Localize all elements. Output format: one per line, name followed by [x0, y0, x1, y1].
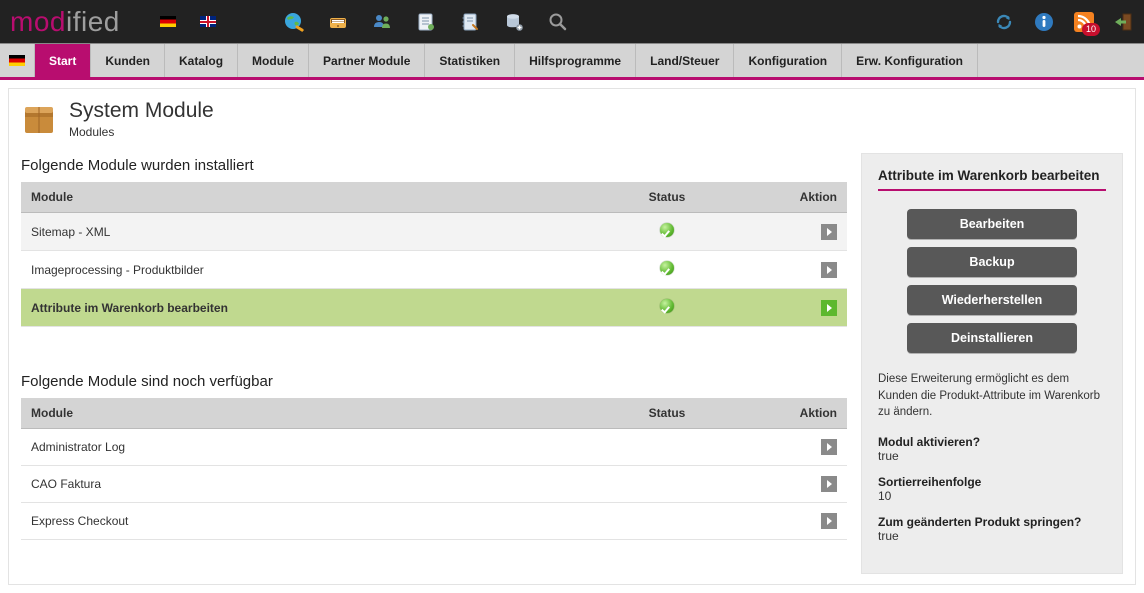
- available-heading: Folgende Module sind noch verfügbar: [21, 373, 847, 390]
- module-action: [732, 466, 847, 503]
- select-arrow-icon[interactable]: [821, 300, 837, 316]
- config-value: 10: [878, 489, 1106, 503]
- module-name: Imageprocessing - Produktbilder: [21, 251, 602, 289]
- module-status: [602, 466, 732, 503]
- nav-item-kunden[interactable]: Kunden: [91, 44, 165, 77]
- rss-badge: 10: [1082, 23, 1100, 36]
- logout-icon[interactable]: [1114, 12, 1134, 32]
- notebook-icon[interactable]: [460, 12, 480, 32]
- main-nav: StartKundenKatalogModulePartner ModuleSt…: [0, 43, 1144, 80]
- status-ok-icon: [660, 299, 674, 313]
- col-status: Status: [602, 398, 732, 429]
- nav-item-start[interactable]: Start: [35, 44, 91, 77]
- nav-item-module[interactable]: Module: [238, 44, 309, 77]
- module-name: CAO Faktura: [21, 466, 602, 503]
- nav-item-partner-module[interactable]: Partner Module: [309, 44, 425, 77]
- config-key: Zum geänderten Produkt springen?: [878, 515, 1106, 529]
- users-icon[interactable]: [372, 12, 392, 32]
- col-status: Status: [602, 182, 732, 213]
- module-action: [732, 429, 847, 466]
- module-action: [732, 251, 847, 289]
- page-subtitle: Modules: [69, 125, 214, 139]
- select-arrow-icon[interactable]: [821, 476, 837, 492]
- status-ok-icon: [660, 223, 674, 237]
- panel-title: Attribute im Warenkorb bearbeiten: [878, 168, 1106, 183]
- detail-panel: Attribute im Warenkorb bearbeiten Bearbe…: [861, 153, 1123, 574]
- nav-item-land-steuer[interactable]: Land/Steuer: [636, 44, 734, 77]
- flag-de-icon[interactable]: [160, 16, 176, 27]
- available-modules-table: Module Status Aktion Administrator LogCA…: [21, 398, 847, 540]
- nav-item-erw-konfiguration[interactable]: Erw. Konfiguration: [842, 44, 978, 77]
- module-name: Express Checkout: [21, 503, 602, 540]
- nav-item-hilfsprogramme[interactable]: Hilfsprogramme: [515, 44, 636, 77]
- module-status: [602, 289, 732, 327]
- module-name: Sitemap - XML: [21, 213, 602, 251]
- config-entry: Modul aktivieren?true: [878, 435, 1106, 463]
- col-action: Aktion: [732, 182, 847, 213]
- database-icon[interactable]: [504, 12, 524, 32]
- info-icon[interactable]: [1034, 12, 1054, 32]
- rss-icon[interactable]: 10: [1074, 12, 1094, 32]
- globe-icon[interactable]: [284, 12, 304, 32]
- nav-item-katalog[interactable]: Katalog: [165, 44, 238, 77]
- config-entry: Sortierreihenfolge10: [878, 475, 1106, 503]
- module-name: Administrator Log: [21, 429, 602, 466]
- package-icon: [21, 101, 57, 137]
- flag-en-icon[interactable]: [200, 16, 216, 27]
- table-row[interactable]: Attribute im Warenkorb bearbeiten: [21, 289, 847, 327]
- document-icon[interactable]: [416, 12, 436, 32]
- module-status: [602, 429, 732, 466]
- mailbox-icon[interactable]: [328, 12, 348, 32]
- panel-description: Diese Erweiterung ermöglicht es dem Kund…: [878, 371, 1106, 421]
- search-icon[interactable]: [548, 12, 568, 32]
- module-status: [602, 213, 732, 251]
- table-row[interactable]: Express Checkout: [21, 503, 847, 540]
- config-value: true: [878, 449, 1106, 463]
- col-module: Module: [21, 182, 602, 213]
- backup-button[interactable]: Backup: [907, 247, 1077, 277]
- module-status: [602, 503, 732, 540]
- select-arrow-icon[interactable]: [821, 262, 837, 278]
- restore-button[interactable]: Wiederherstellen: [907, 285, 1077, 315]
- select-arrow-icon[interactable]: [821, 513, 837, 529]
- edit-button[interactable]: Bearbeiten: [907, 209, 1077, 239]
- refresh-icon[interactable]: [994, 12, 1014, 32]
- table-row[interactable]: Sitemap - XML: [21, 213, 847, 251]
- config-key: Sortierreihenfolge: [878, 475, 1106, 489]
- table-row[interactable]: Imageprocessing - Produktbilder: [21, 251, 847, 289]
- config-key: Modul aktivieren?: [878, 435, 1106, 449]
- status-ok-icon: [660, 261, 674, 275]
- nav-language-flag[interactable]: [0, 44, 35, 77]
- table-row[interactable]: CAO Faktura: [21, 466, 847, 503]
- select-arrow-icon[interactable]: [821, 439, 837, 455]
- table-row[interactable]: Administrator Log: [21, 429, 847, 466]
- col-module: Module: [21, 398, 602, 429]
- col-action: Aktion: [732, 398, 847, 429]
- brand-logo: modified: [10, 6, 120, 38]
- module-name: Attribute im Warenkorb bearbeiten: [21, 289, 602, 327]
- installed-modules-table: Module Status Aktion Sitemap - XMLImagep…: [21, 182, 847, 327]
- top-toolbar: modified: [0, 0, 1144, 43]
- config-entry: Zum geänderten Produkt springen?true: [878, 515, 1106, 543]
- module-action: [732, 503, 847, 540]
- select-arrow-icon[interactable]: [821, 224, 837, 240]
- page-title: System Module: [69, 99, 214, 123]
- nav-item-statistiken[interactable]: Statistiken: [425, 44, 515, 77]
- module-action: [732, 289, 847, 327]
- uninstall-button[interactable]: Deinstallieren: [907, 323, 1077, 353]
- nav-item-konfiguration[interactable]: Konfiguration: [734, 44, 842, 77]
- config-value: true: [878, 529, 1106, 543]
- installed-heading: Folgende Module wurden installiert: [21, 157, 847, 174]
- module-status: [602, 251, 732, 289]
- module-action: [732, 213, 847, 251]
